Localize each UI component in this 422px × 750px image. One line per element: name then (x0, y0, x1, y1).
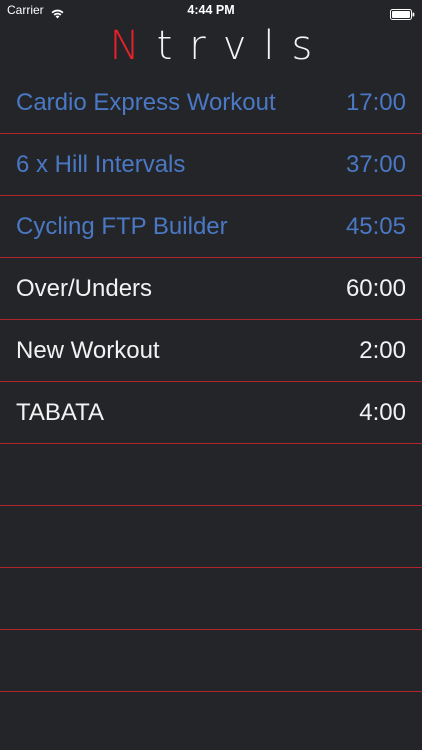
workout-duration: 37:00 (345, 151, 406, 178)
workout-name: New Workout (16, 337, 160, 364)
workout-name: Cardio Express Workout (16, 89, 276, 116)
workout-duration: 45:05 (345, 213, 406, 240)
workout-duration: 60:00 (345, 275, 406, 302)
app-title-initial: N (109, 23, 157, 69)
workout-row[interactable]: Over/Unders 60:00 (0, 258, 422, 320)
app-title: Ntrvls (0, 22, 422, 70)
workout-name: Cycling FTP Builder (16, 213, 228, 240)
workout-row[interactable]: TABATA 4:00 (0, 382, 422, 444)
empty-row (0, 506, 422, 568)
empty-row (0, 630, 422, 692)
workout-name: TABATA (16, 399, 105, 426)
workout-row[interactable]: Cardio Express Workout 17:00 (0, 72, 422, 134)
workout-row[interactable]: Cycling FTP Builder 45:05 (0, 196, 422, 258)
empty-row (0, 568, 422, 630)
workout-duration: 2:00 (359, 337, 406, 364)
workout-list: Cardio Express Workout 17:00 6 x Hill In… (0, 72, 422, 692)
workout-duration: 4:00 (359, 399, 406, 426)
app-title-rest: trvls (156, 23, 330, 69)
workout-name: 6 x Hill Intervals (16, 151, 186, 178)
empty-row (0, 444, 422, 506)
workout-duration: 17:00 (345, 89, 406, 116)
status-time: 4:44 PM (187, 3, 235, 17)
workout-row[interactable]: 6 x Hill Intervals 37:00 (0, 134, 422, 196)
workout-row[interactable]: New Workout 2:00 (0, 320, 422, 382)
status-bar: Carrier 4:44 PM (0, 0, 422, 22)
battery-icon (390, 5, 415, 20)
workout-name: Over/Unders (16, 275, 153, 302)
